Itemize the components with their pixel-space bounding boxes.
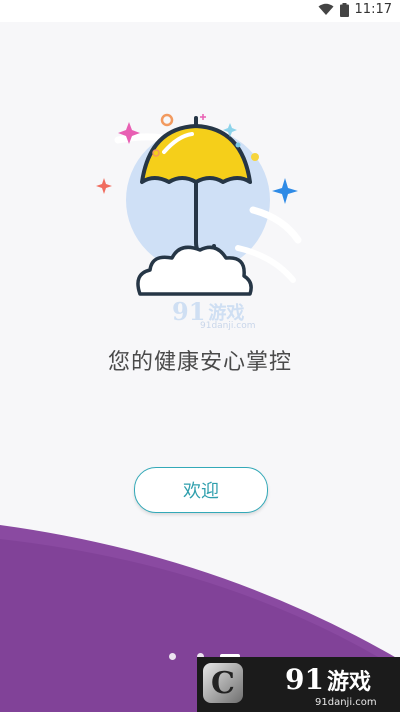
watermark-corner-badge: C (203, 663, 243, 703)
wifi-icon (318, 3, 334, 15)
watermark-corner-logo: 91 游戏 (285, 663, 371, 696)
battery-icon (339, 2, 349, 17)
watermark-center-url: 91danji.com (200, 321, 256, 331)
status-time: 11:17 (354, 2, 392, 17)
watermark-corner-url: 91danji.com (315, 697, 377, 708)
watermark-corner: C 91 游戏 91danji.com (197, 657, 400, 712)
page-dot-1[interactable] (169, 653, 176, 660)
watermark-center: 91 游戏 91danji.com (172, 297, 267, 333)
watermark-corner-text: 游戏 (326, 669, 371, 695)
watermark-corner-number: 91 (285, 663, 324, 696)
umbrella-illustration (96, 113, 302, 296)
status-bar: 11:17 (0, 0, 400, 22)
tagline: 您的健康安心掌控 (107, 350, 292, 375)
status-icons: 11:17 (318, 2, 392, 17)
